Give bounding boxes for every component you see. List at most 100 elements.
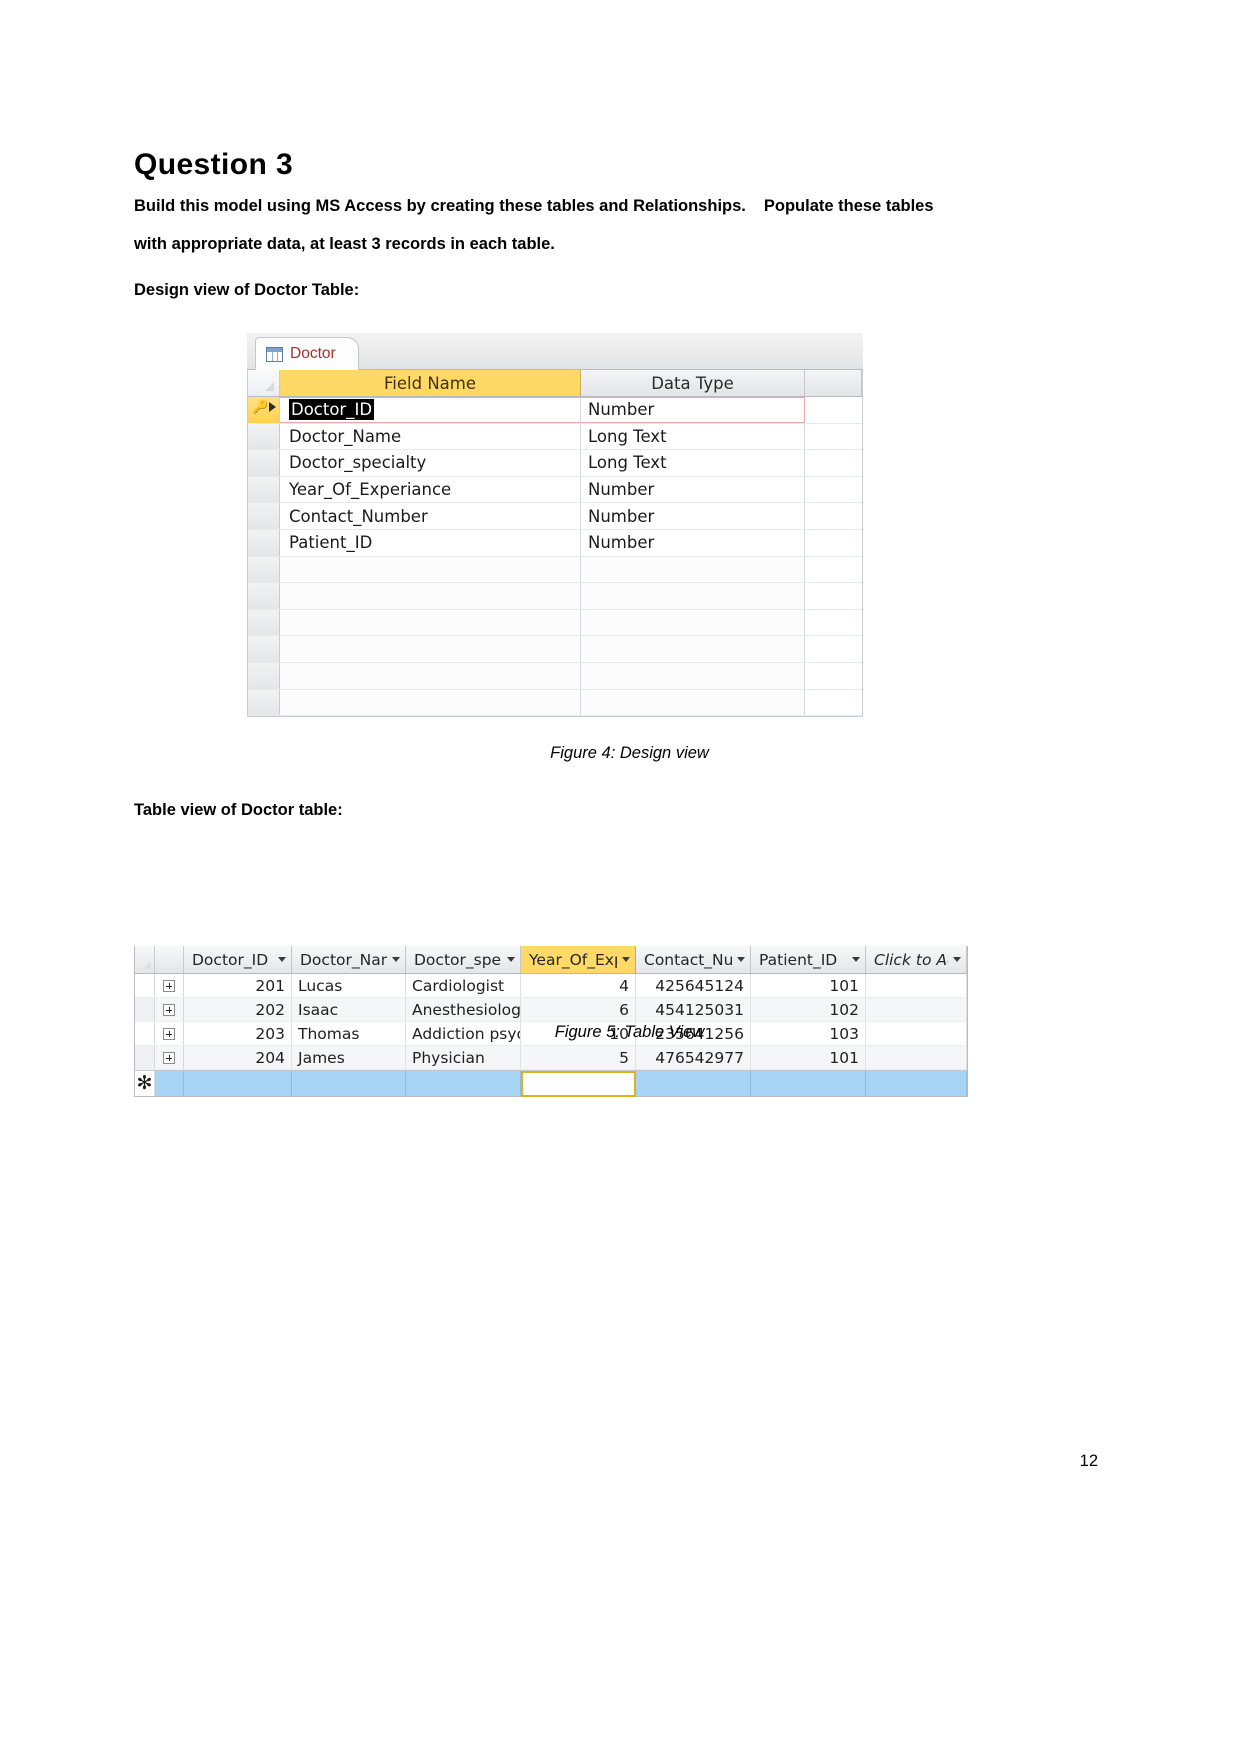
new-cell-year-of-experience[interactable]: [521, 1071, 636, 1097]
field-name-cell[interactable]: Year_Of_Experiance: [280, 476, 581, 503]
row-selector[interactable]: [248, 689, 280, 716]
description-cell[interactable]: [805, 503, 862, 529]
cell-contact-number[interactable]: 425645124: [636, 974, 751, 997]
data-type-cell[interactable]: [581, 556, 805, 583]
description-cell[interactable]: [805, 424, 862, 450]
data-type-cell[interactable]: Number: [581, 397, 805, 423]
cell-doctor-id[interactable]: 201: [184, 974, 292, 997]
cell-year-of-experience[interactable]: 4: [521, 974, 636, 997]
description-cell[interactable]: [805, 583, 862, 609]
design-row[interactable]: Doctor_specialty Long Text: [248, 450, 862, 477]
cell-patient-id[interactable]: 102: [751, 998, 866, 1021]
new-record-selector[interactable]: ✻: [135, 1071, 155, 1096]
new-cell-doctor-name[interactable]: [292, 1071, 406, 1096]
cell-doctor-name[interactable]: Lucas: [292, 974, 406, 997]
row-selector[interactable]: [248, 503, 280, 529]
description-cell[interactable]: [805, 450, 862, 476]
cell-doctor-name[interactable]: Isaac: [292, 998, 406, 1021]
expand-subdatasheet-button[interactable]: [155, 1046, 184, 1069]
cell-year-of-experience[interactable]: 6: [521, 998, 636, 1021]
row-selector[interactable]: [248, 476, 280, 503]
column-header-description[interactable]: [805, 370, 862, 396]
design-row-empty[interactable]: [248, 556, 862, 584]
chevron-down-icon[interactable]: [622, 957, 630, 962]
tab-doctor[interactable]: Doctor: [255, 337, 359, 370]
field-name-cell[interactable]: [280, 556, 581, 583]
description-cell[interactable]: [805, 557, 862, 583]
cell-doctor-specialty[interactable]: Physician: [406, 1046, 521, 1069]
new-cell-doctor-id[interactable]: [184, 1071, 292, 1096]
column-header-patient-id[interactable]: Patient_ID: [751, 946, 866, 973]
data-type-cell[interactable]: Number: [581, 476, 805, 503]
row-selector[interactable]: [248, 556, 280, 583]
data-type-cell[interactable]: [581, 636, 805, 662]
row-selector[interactable]: [248, 529, 280, 556]
table-row[interactable]: 202 Isaac Anesthesiologi 6 454125031 102: [135, 998, 967, 1022]
description-cell[interactable]: [805, 636, 862, 662]
new-cell-contact-number[interactable]: [636, 1071, 751, 1096]
design-row-empty[interactable]: [248, 636, 862, 663]
row-selector[interactable]: [248, 583, 280, 609]
column-header-doctor-id[interactable]: Doctor_ID: [184, 946, 292, 973]
field-name-cell[interactable]: [280, 689, 581, 716]
field-name-cell[interactable]: [280, 583, 581, 609]
new-record-row[interactable]: ✻: [135, 1070, 967, 1097]
cell-doctor-id[interactable]: 202: [184, 998, 292, 1021]
column-header-contact-number[interactable]: Contact_Nur: [636, 946, 751, 973]
record-selector[interactable]: [135, 1046, 155, 1069]
cell-doctor-name[interactable]: James: [292, 1046, 406, 1069]
column-header-doctor-name[interactable]: Doctor_Nam: [292, 946, 406, 973]
click-to-add-column-header[interactable]: Click to Add: [866, 946, 967, 973]
description-cell[interactable]: [805, 397, 862, 423]
record-selector[interactable]: [135, 998, 155, 1021]
description-cell[interactable]: [805, 477, 862, 503]
column-header-doctor-specialty[interactable]: Doctor_spec: [406, 946, 521, 973]
design-row-empty[interactable]: [248, 583, 862, 610]
field-name-cell[interactable]: [280, 609, 581, 636]
cell-contact-number[interactable]: 476542977: [636, 1046, 751, 1069]
table-row[interactable]: 204 James Physician 5 476542977 101: [135, 1046, 967, 1070]
design-row[interactable]: Contact_Number Number: [248, 503, 862, 530]
data-type-cell[interactable]: [581, 689, 805, 716]
field-name-cell[interactable]: Doctor_specialty: [280, 450, 581, 476]
field-name-cell[interactable]: [280, 662, 581, 689]
column-header-year-of-experience[interactable]: Year_Of_Exp: [521, 946, 636, 973]
cell-patient-id[interactable]: 101: [751, 1046, 866, 1069]
chevron-down-icon[interactable]: [392, 957, 400, 962]
record-selector[interactable]: [135, 974, 155, 997]
new-cell-doctor-specialty[interactable]: [406, 1071, 521, 1096]
chevron-down-icon[interactable]: [737, 957, 745, 962]
field-name-cell[interactable]: Doctor_ID: [280, 397, 581, 423]
design-row-empty[interactable]: [248, 609, 862, 637]
expand-subdatasheet-button[interactable]: [155, 998, 184, 1021]
field-name-cell[interactable]: Contact_Number: [280, 503, 581, 529]
row-selector[interactable]: [248, 609, 280, 636]
new-cell-patient-id[interactable]: [751, 1071, 866, 1096]
cell-patient-id[interactable]: 101: [751, 974, 866, 997]
column-header-data-type[interactable]: Data Type: [581, 370, 805, 396]
data-type-cell[interactable]: Long Text: [581, 423, 805, 450]
data-type-cell[interactable]: [581, 609, 805, 636]
cell-doctor-specialty[interactable]: Cardiologist: [406, 974, 521, 997]
design-row[interactable]: Year_Of_Experiance Number: [248, 476, 862, 504]
description-cell[interactable]: [805, 610, 862, 636]
description-cell[interactable]: [805, 690, 862, 716]
description-cell[interactable]: [805, 663, 862, 689]
expand-subdatasheet-button[interactable]: [155, 974, 184, 997]
data-type-cell[interactable]: Long Text: [581, 450, 805, 476]
data-type-cell[interactable]: Number: [581, 529, 805, 556]
cell-doctor-id[interactable]: 204: [184, 1046, 292, 1069]
cell-doctor-specialty[interactable]: Anesthesiologi: [406, 998, 521, 1021]
row-selector[interactable]: [248, 662, 280, 689]
cell-year-of-experience[interactable]: 5: [521, 1046, 636, 1069]
chevron-down-icon[interactable]: [852, 957, 860, 962]
data-type-cell[interactable]: Number: [581, 503, 805, 529]
field-name-cell[interactable]: [280, 636, 581, 662]
column-header-field-name[interactable]: Field Name: [280, 370, 581, 396]
select-all-corner[interactable]: [135, 946, 155, 973]
design-row-empty[interactable]: [248, 662, 862, 690]
row-selector[interactable]: [248, 423, 280, 450]
table-row[interactable]: 201 Lucas Cardiologist 4 425645124 101: [135, 974, 967, 998]
row-selector[interactable]: 🔑: [248, 397, 280, 423]
design-row[interactable]: Patient_ID Number: [248, 529, 862, 557]
